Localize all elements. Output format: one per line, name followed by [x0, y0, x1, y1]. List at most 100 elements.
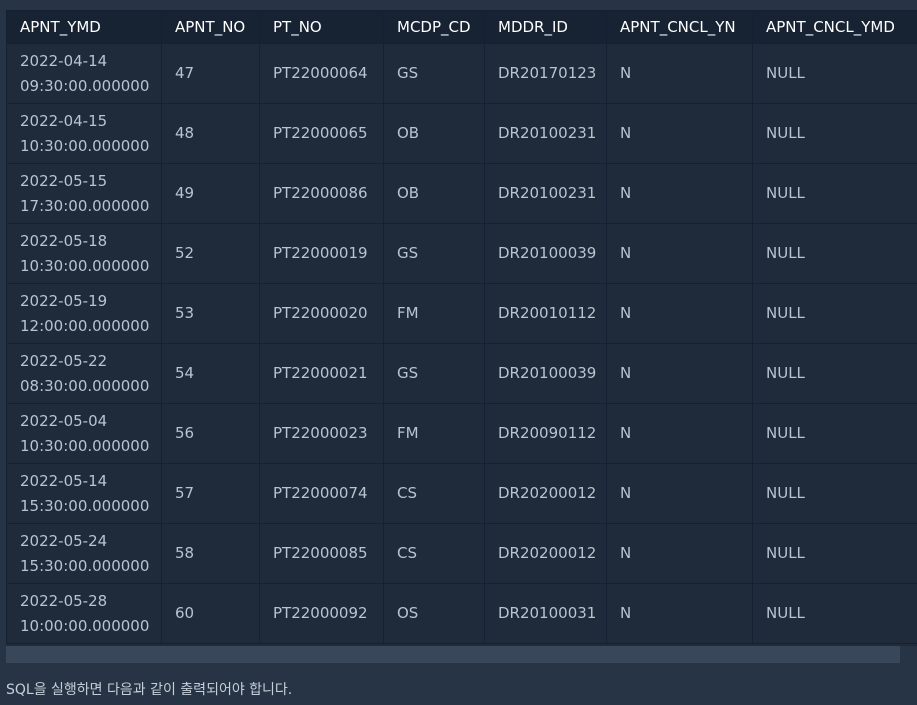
- cell-mcdp-cd: GS: [383, 343, 485, 404]
- cell-apnt-cncl-ymd: NULL: [752, 163, 917, 224]
- cell-apnt-ymd: 2022-05-22 08:30:00.000000: [6, 343, 162, 404]
- table-row: 2022-05-15 17:30:00.000000 49 PT22000086 …: [6, 163, 917, 224]
- cell-apnt-cncl-ymd: NULL: [752, 463, 917, 524]
- column-header-apnt-no: APNT_NO: [161, 10, 260, 44]
- column-header-apnt-ymd: APNT_YMD: [6, 10, 162, 44]
- cell-apnt-cncl-ymd: NULL: [752, 583, 917, 644]
- cell-apnt-no: 54: [161, 343, 260, 404]
- cell-mddr-id: DR20100039: [484, 343, 607, 404]
- cell-apnt-cncl-ymd: NULL: [752, 103, 917, 164]
- column-header-pt-no: PT_NO: [259, 10, 384, 44]
- cell-time: 15:30:00.000000: [20, 496, 150, 515]
- cell-time: 10:30:00.000000: [20, 136, 150, 155]
- cell-pt-no: PT22000086: [259, 163, 384, 224]
- table-row: 2022-04-14 09:30:00.000000 47 PT22000064 …: [6, 43, 917, 104]
- column-header-apnt-cncl-yn: APNT_CNCL_YN: [606, 10, 753, 44]
- cell-date: 2022-05-14: [20, 471, 108, 490]
- cell-mddr-id: DR20100231: [484, 163, 607, 224]
- cell-apnt-cncl-yn: N: [606, 223, 753, 284]
- cell-pt-no: PT22000065: [259, 103, 384, 164]
- cell-mddr-id: DR20090112: [484, 403, 607, 464]
- cell-pt-no: PT22000074: [259, 463, 384, 524]
- cell-mcdp-cd: OS: [383, 583, 485, 644]
- table-row: 2022-05-19 12:00:00.000000 53 PT22000020 …: [6, 283, 917, 344]
- table-header-row: APNT_YMD APNT_NO PT_NO MCDP_CD MDDR_ID A…: [6, 10, 917, 44]
- cell-mddr-id: DR20010112: [484, 283, 607, 344]
- table-row: 2022-05-04 10:30:00.000000 56 PT22000023 …: [6, 403, 917, 464]
- cell-date: 2022-05-18: [20, 231, 108, 250]
- cell-date: 2022-04-15: [20, 111, 108, 130]
- cell-apnt-cncl-ymd: NULL: [752, 523, 917, 584]
- table-row: 2022-05-14 15:30:00.000000 57 PT22000074 …: [6, 463, 917, 524]
- cell-mcdp-cd: GS: [383, 223, 485, 284]
- cell-pt-no: PT22000023: [259, 403, 384, 464]
- cell-mddr-id: DR20100031: [484, 583, 607, 644]
- table-row: 2022-05-24 15:30:00.000000 58 PT22000085 …: [6, 523, 917, 584]
- table-body: 2022-04-14 09:30:00.000000 47 PT22000064 …: [6, 43, 917, 644]
- cell-mcdp-cd: GS: [383, 43, 485, 104]
- cell-apnt-ymd: 2022-05-04 10:30:00.000000: [6, 403, 162, 464]
- cell-apnt-ymd: 2022-05-24 15:30:00.000000: [6, 523, 162, 584]
- cell-mcdp-cd: CS: [383, 463, 485, 524]
- table-row: 2022-05-28 10:00:00.000000 60 PT22000092 …: [6, 583, 917, 644]
- cell-time: 12:00:00.000000: [20, 316, 150, 335]
- result-panel: APNT_YMD APNT_NO PT_NO MCDP_CD MDDR_ID A…: [0, 0, 917, 705]
- table-row: 2022-04-15 10:30:00.000000 48 PT22000065 …: [6, 103, 917, 164]
- cell-apnt-no: 49: [161, 163, 260, 224]
- cell-mddr-id: DR20100231: [484, 103, 607, 164]
- cell-pt-no: PT22000021: [259, 343, 384, 404]
- cell-apnt-no: 56: [161, 403, 260, 464]
- cell-date: 2022-05-24: [20, 531, 108, 550]
- cell-mcdp-cd: FM: [383, 283, 485, 344]
- cell-apnt-cncl-ymd: NULL: [752, 223, 917, 284]
- table-row: 2022-05-22 08:30:00.000000 54 PT22000021 …: [6, 343, 917, 404]
- cell-apnt-cncl-yn: N: [606, 523, 753, 584]
- cell-pt-no: PT22000064: [259, 43, 384, 104]
- cell-apnt-cncl-yn: N: [606, 463, 753, 524]
- cell-time: 15:30:00.000000: [20, 556, 150, 575]
- cell-time: 08:30:00.000000: [20, 376, 150, 395]
- cell-date: 2022-05-04: [20, 411, 108, 430]
- cell-mddr-id: DR20200012: [484, 523, 607, 584]
- cell-apnt-ymd: 2022-05-19 12:00:00.000000: [6, 283, 162, 344]
- cell-apnt-ymd: 2022-05-18 10:30:00.000000: [6, 223, 162, 284]
- result-table-container: APNT_YMD APNT_NO PT_NO MCDP_CD MDDR_ID A…: [6, 10, 917, 646]
- cell-mddr-id: DR20200012: [484, 463, 607, 524]
- cell-mcdp-cd: OB: [383, 163, 485, 224]
- cell-mddr-id: DR20170123: [484, 43, 607, 104]
- cell-apnt-cncl-yn: N: [606, 583, 753, 644]
- cell-apnt-no: 53: [161, 283, 260, 344]
- cell-time: 09:30:00.000000: [20, 76, 150, 95]
- cell-mddr-id: DR20100039: [484, 223, 607, 284]
- table-row: 2022-05-18 10:30:00.000000 52 PT22000019 …: [6, 223, 917, 284]
- cell-time: 17:30:00.000000: [20, 196, 150, 215]
- cell-mcdp-cd: CS: [383, 523, 485, 584]
- cell-pt-no: PT22000020: [259, 283, 384, 344]
- cell-apnt-no: 48: [161, 103, 260, 164]
- cell-apnt-ymd: 2022-04-14 09:30:00.000000: [6, 43, 162, 104]
- column-header-mcdp-cd: MCDP_CD: [383, 10, 485, 44]
- cell-date: 2022-04-14: [20, 51, 108, 70]
- cell-apnt-cncl-yn: N: [606, 163, 753, 224]
- cell-apnt-no: 58: [161, 523, 260, 584]
- cell-apnt-cncl-yn: N: [606, 403, 753, 464]
- cell-apnt-no: 57: [161, 463, 260, 524]
- cell-time: 10:00:00.000000: [20, 616, 150, 635]
- result-caption: SQL을 실행하면 다음과 같이 출력되어야 합니다.: [6, 682, 293, 698]
- cell-pt-no: PT22000085: [259, 523, 384, 584]
- column-header-apnt-cncl-ymd: APNT_CNCL_YMD: [752, 10, 917, 44]
- cell-apnt-cncl-ymd: NULL: [752, 43, 917, 104]
- cell-apnt-cncl-yn: N: [606, 43, 753, 104]
- cell-apnt-cncl-yn: N: [606, 283, 753, 344]
- cell-pt-no: PT22000019: [259, 223, 384, 284]
- cell-apnt-cncl-ymd: NULL: [752, 283, 917, 344]
- cell-apnt-cncl-ymd: NULL: [752, 403, 917, 464]
- cell-apnt-ymd: 2022-05-15 17:30:00.000000: [6, 163, 162, 224]
- cell-date: 2022-05-22: [20, 351, 108, 370]
- cell-pt-no: PT22000092: [259, 583, 384, 644]
- cell-date: 2022-05-19: [20, 291, 108, 310]
- cell-apnt-ymd: 2022-05-28 10:00:00.000000: [6, 583, 162, 644]
- cell-mcdp-cd: OB: [383, 103, 485, 164]
- cell-apnt-no: 52: [161, 223, 260, 284]
- horizontal-scrollbar[interactable]: [6, 646, 900, 663]
